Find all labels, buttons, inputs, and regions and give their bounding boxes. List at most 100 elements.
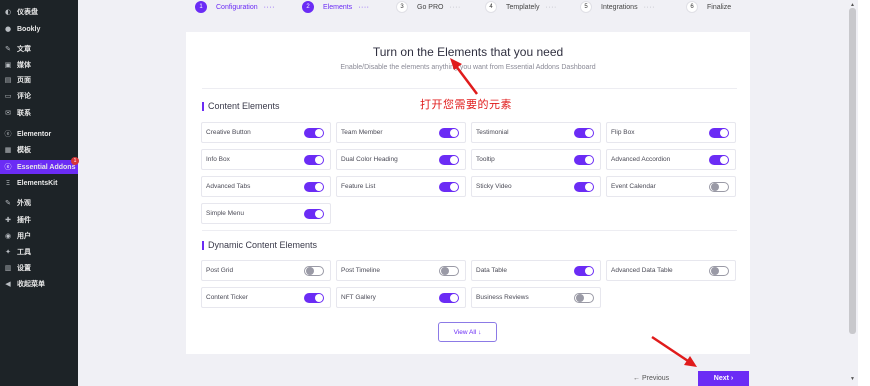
element-toggle[interactable] [574,154,594,165]
step-connector: ···· [449,3,461,11]
element-toggle[interactable] [709,265,729,276]
step-connector: ···· [643,3,655,11]
element-label: Sticky Video [476,183,512,190]
step-label: Integrations [601,3,638,11]
sidebar-item[interactable]: ◉ 用户 [0,229,78,243]
step-number: 3 [396,1,408,13]
toggle-knob [306,266,314,275]
dashboard-icon: ◐ [4,8,12,16]
wrench-icon: ✦ [5,248,11,256]
step-label: Elements [323,3,353,11]
element-toggle[interactable] [304,127,324,138]
element-toggle[interactable] [709,181,729,192]
element-toggle[interactable] [574,265,594,276]
element-card: Business Reviews [471,287,601,308]
element-toggle[interactable] [439,127,459,138]
step-number: 2 [302,1,314,13]
step-6[interactable]: 6 Finalize [686,0,731,14]
elements-panel: Turn on the Elements that you need Enabl… [186,32,750,354]
sidebar-item[interactable]: ◐ 仪表盘 [0,5,78,19]
sidebar-item[interactable]: ⓔ Elementor [0,127,78,141]
step-1[interactable]: 1 Configuration ···· [195,0,275,14]
sidebar-item[interactable]: ▥ 设置 [0,261,78,275]
element-card: Content Ticker [201,287,331,308]
sidebar-item[interactable]: ▦ 模板 [0,143,78,157]
view-all-button[interactable]: View All ↓ [438,322,497,342]
sidebar-item-label: 文章 [17,46,31,53]
element-card: NFT Gallery [336,287,466,308]
sidebar-item-label: 仪表盘 [17,9,38,16]
toggle-knob [315,128,323,137]
page-title: Turn on the Elements that you need [372,45,564,59]
toggle-knob [315,293,323,302]
sidebar-item[interactable]: ✦ 工具 [0,245,78,259]
scrollbar-thumb[interactable] [849,8,856,334]
sidebar-item-label: 设置 [17,265,31,272]
element-label: Info Box [206,156,230,163]
toggle-knob [450,155,458,164]
folder-icon: ▦ [4,146,12,154]
element-toggle[interactable] [304,208,324,219]
notification-badge: 1 [71,157,79,165]
element-label: Team Member [341,129,383,136]
sidebar-item[interactable]: ⓔ Essential Addons 1 [0,157,79,174]
step-connector: ···· [358,3,370,11]
step-5[interactable]: 5 Integrations ···· [580,0,655,14]
mail-icon: ✉ [5,109,11,117]
element-card: Feature List [336,176,466,197]
element-label: Testimonial [476,129,509,136]
element-card: Team Member [336,122,466,143]
elementskit-icon: Ξ [5,179,11,187]
element-label: NFT Gallery [341,294,376,301]
bookly-icon: ● [4,25,12,33]
element-toggle[interactable] [304,181,324,192]
scroll-up-icon[interactable]: ▲ [850,2,855,8]
element-label: Tooltip [476,156,495,163]
sidebar-item[interactable]: ● Bookly [0,22,78,36]
sidebar-item[interactable]: ▤ 页面 [0,73,78,87]
element-toggle[interactable] [574,292,594,303]
step-2[interactable]: 2 Elements ···· [302,0,370,14]
element-toggle[interactable] [439,154,459,165]
element-toggle[interactable] [304,154,324,165]
sidebar-item[interactable]: ✚ 插件 [0,213,78,227]
sidebar-item[interactable]: ▣ 媒体 [0,58,78,72]
previous-button[interactable]: ← Previous [633,375,669,382]
element-card: Dual Color Heading [336,149,466,170]
scroll-down-icon[interactable]: ▼ [850,376,855,382]
element-toggle[interactable] [574,127,594,138]
toggle-knob [450,293,458,302]
step-number: 1 [195,1,207,13]
element-card: Data Table [471,260,601,281]
element-toggle[interactable] [574,181,594,192]
element-toggle[interactable] [709,127,729,138]
element-card: Event Calendar [606,176,736,197]
sidebar-item[interactable]: ▭ 评论 [0,89,78,103]
element-label: Advanced Accordion [611,156,671,163]
step-4[interactable]: 4 Templately ···· [485,0,557,14]
step-number: 4 [485,1,497,13]
sidebar-item[interactable]: ✎ 文章 [0,42,78,56]
toggle-knob [315,182,323,191]
step-3[interactable]: 3 Go PRO ···· [396,0,461,14]
element-toggle[interactable] [439,181,459,192]
element-label: Simple Menu [206,210,244,217]
sidebar-item-label: 工具 [17,249,31,256]
toggle-knob [720,128,728,137]
element-label: Advanced Tabs [206,183,251,190]
page-subtitle: Enable/Disable the elements anything you… [340,64,596,71]
element-label: Post Timeline [341,267,381,274]
page-icon: ▤ [4,76,12,84]
element-toggle[interactable] [304,292,324,303]
next-button[interactable]: Next › [698,371,749,386]
sidebar-item[interactable]: ✉ 联系 [0,106,78,120]
element-card: Tooltip [471,149,601,170]
element-toggle[interactable] [709,154,729,165]
element-toggle[interactable] [304,265,324,276]
element-toggle[interactable] [439,292,459,303]
sidebar-item[interactable]: ✎ 外观 [0,196,78,210]
sidebar-item[interactable]: ◀ 收起菜单 [0,277,78,291]
sidebar-item[interactable]: Ξ ElementsKit [0,176,78,190]
element-toggle[interactable] [439,265,459,276]
annotation-text: 打开您需要的元素 [420,98,512,111]
